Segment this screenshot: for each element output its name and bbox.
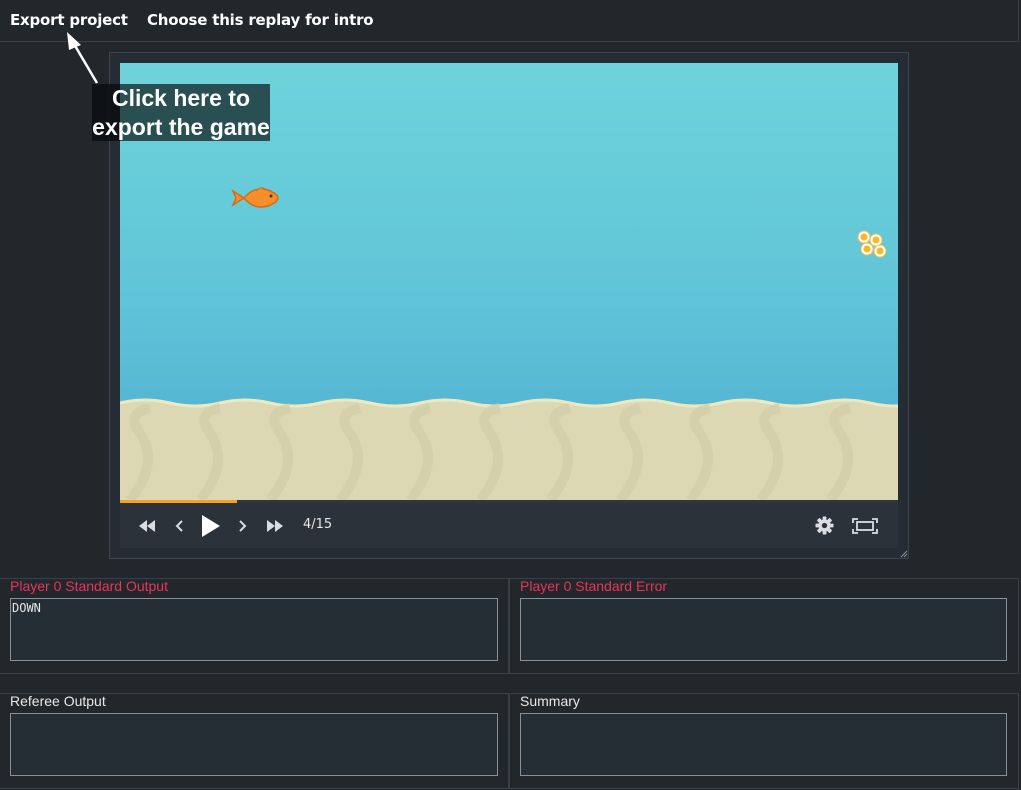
coin-cluster-sprite bbox=[857, 230, 887, 258]
tooltip-line-1: Click here to bbox=[111, 85, 251, 111]
rewind-button[interactable] bbox=[136, 503, 158, 548]
tooltip-line-2: export the game bbox=[92, 114, 270, 140]
summary-console[interactable] bbox=[520, 713, 1007, 776]
arrow-pointer-icon bbox=[67, 32, 99, 84]
fast-forward-button[interactable] bbox=[264, 503, 286, 548]
stdout-panel: Player 0 Standard Output DOWN bbox=[0, 578, 509, 674]
stderr-panel: Player 0 Standard Error bbox=[509, 578, 1019, 674]
stderr-label: Player 0 Standard Error bbox=[520, 578, 668, 594]
stderr-console[interactable] bbox=[520, 598, 1007, 661]
export-tooltip-text: Click here to export the game bbox=[92, 84, 270, 142]
export-project-button[interactable]: Export project bbox=[10, 11, 128, 29]
gear-icon bbox=[814, 516, 834, 535]
fullscreen-button[interactable] bbox=[850, 503, 880, 548]
referee-label: Referee Output bbox=[10, 693, 106, 709]
step-forward-icon bbox=[239, 519, 247, 532]
referee-console[interactable] bbox=[10, 713, 498, 776]
top-toolbar: Export project Choose this replay for in… bbox=[0, 0, 1019, 42]
fullscreen-icon bbox=[852, 517, 878, 534]
settings-button[interactable] bbox=[812, 503, 836, 548]
step-back-icon bbox=[175, 519, 183, 532]
play-button[interactable] bbox=[198, 503, 222, 548]
fast-forward-icon bbox=[267, 519, 283, 532]
stdout-label: Player 0 Standard Output bbox=[10, 578, 168, 594]
player-controls: 4/15 bbox=[120, 503, 898, 548]
frame-counter: 4/15 bbox=[303, 517, 333, 532]
referee-panel: Referee Output bbox=[0, 693, 509, 789]
fish-sprite bbox=[231, 187, 279, 208]
choose-replay-intro-button[interactable]: Choose this replay for intro bbox=[147, 11, 374, 29]
resize-grip-icon[interactable] bbox=[900, 550, 908, 558]
step-forward-button[interactable] bbox=[234, 503, 252, 548]
step-back-button[interactable] bbox=[170, 503, 188, 548]
stdout-console[interactable]: DOWN bbox=[10, 598, 498, 661]
rewind-icon bbox=[139, 519, 155, 532]
play-icon bbox=[202, 514, 220, 537]
summary-label: Summary bbox=[520, 693, 580, 709]
summary-panel: Summary bbox=[509, 693, 1019, 789]
